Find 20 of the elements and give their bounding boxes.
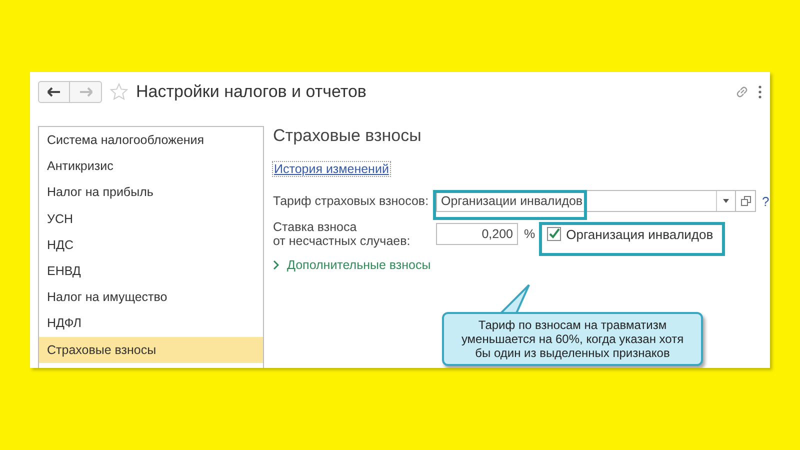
- sidebar-item[interactable]: Антикризис: [39, 153, 263, 180]
- sidebar-item[interactable]: НДС: [39, 232, 263, 258]
- sidebar-item[interactable]: Страховые взносы: [39, 336, 263, 363]
- checkbox-label[interactable]: Организация инвалидов: [566, 226, 714, 242]
- section-title: Страховые взносы: [273, 126, 422, 147]
- field-label: Тариф страховых взносов:: [273, 194, 430, 208]
- sidebar-item[interactable]: Налог на имущество: [39, 284, 263, 310]
- help-link[interactable]: ?: [762, 194, 770, 208]
- field-label: Ставка взноса от несчастных случаев:: [273, 220, 412, 248]
- sidebar-item[interactable]: ЕНВД: [39, 258, 263, 284]
- tariff-dropdown[interactable]: Организации инвалидов: [436, 190, 736, 212]
- sidebar-item[interactable]: НДФЛ: [39, 310, 263, 336]
- rate-input[interactable]: 0,200: [436, 223, 518, 245]
- window-title: Настройки налогов и отчетов: [136, 82, 368, 102]
- sidebar-item[interactable]: УСН: [39, 206, 263, 232]
- unit-label: %: [524, 227, 536, 241]
- sidebar-item[interactable]: Система налогообложения: [39, 127, 263, 154]
- sidebar-item[interactable]: Налог на прибыль: [39, 179, 263, 206]
- expander-link[interactable]: Дополнительные взносы: [273, 258, 431, 272]
- history-link[interactable]: История изменений: [273, 162, 390, 176]
